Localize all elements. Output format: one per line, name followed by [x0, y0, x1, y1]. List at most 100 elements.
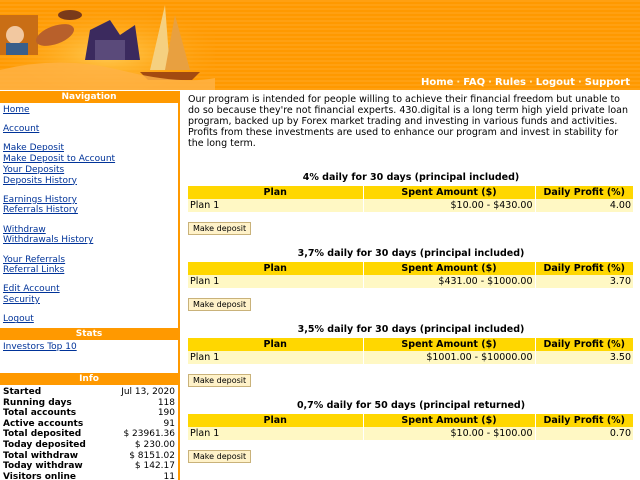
plan-profit: 0.70	[535, 427, 634, 440]
plan-title: 3,5% daily for 30 days (principal includ…	[297, 324, 525, 335]
info-row: Active accounts 91	[0, 419, 178, 430]
make-deposit-button[interactable]: Make deposit	[188, 298, 252, 311]
info-value: 118	[157, 397, 175, 408]
plan-row: Plan 1 $10.00 - $100.00 0.70	[188, 427, 634, 440]
info-value: 11	[163, 471, 175, 480]
column-plan: Plan	[188, 262, 364, 275]
info-row: Visitors online 11	[0, 472, 178, 480]
info-row: Running days 118	[0, 398, 178, 409]
sidebar-link-make-deposit-to-account[interactable]: Make Deposit to Account	[3, 154, 175, 165]
navigation-list: Home Account Make Deposit Make Deposit to A…	[0, 103, 178, 328]
sidebar-link-logout[interactable]: Logout	[3, 314, 175, 325]
sidebar-link-your-referrals[interactable]: Your Referrals	[3, 255, 175, 266]
info-row: Today deposited $ 230.00	[0, 440, 178, 451]
top-nav-rules[interactable]: Rules	[495, 77, 526, 88]
plan-table: Plan Spent Amount ($) Daily Profit (%) Plan…	[188, 338, 634, 364]
plan-name: Plan 1	[188, 351, 364, 364]
plan-name: Plan 1	[188, 199, 364, 212]
plan-profit: 3.50	[535, 351, 634, 364]
plan-block: 0,7% daily for 50 days (principal return…	[188, 400, 634, 463]
sidebar-link-earnings-history[interactable]: Earnings History	[3, 195, 175, 206]
info-label: Today withdraw	[3, 461, 83, 472]
sidebar-link-withdrawals-history[interactable]: Withdrawals History	[3, 235, 175, 246]
plan-profit: 3.70	[535, 275, 634, 288]
main-content: Our program is intended for people willi…	[188, 94, 634, 149]
info-heading: Info	[0, 373, 178, 386]
plan-table-header: Plan Spent Amount ($) Daily Profit (%)	[188, 262, 634, 275]
info-table: Started Jul 13, 2020 Running days 118 Total …	[0, 387, 178, 480]
info-value: Jul 13, 2020	[121, 387, 175, 398]
sidebar-link-referral-links[interactable]: Referral Links	[3, 265, 175, 276]
nav-group-gap	[3, 186, 175, 195]
sidebar-link-edit-account[interactable]: Edit Account	[3, 284, 175, 295]
sidebar-link-deposits-history[interactable]: Deposits History	[3, 176, 175, 187]
intro-text: Our program is intended for people willi…	[188, 94, 629, 149]
info-row: Started Jul 13, 2020	[0, 387, 178, 398]
plan-table: Plan Spent Amount ($) Daily Profit (%) Plan…	[188, 262, 634, 288]
column-spent-amount: Spent Amount ($)	[363, 186, 536, 199]
sidebar-link-make-deposit[interactable]: Make Deposit	[3, 143, 175, 154]
stats-heading: Stats	[0, 328, 178, 341]
info-row: Total deposited $ 23961.36	[0, 429, 178, 440]
column-plan: Plan	[188, 338, 364, 351]
sidebar-link-account[interactable]: Account	[3, 124, 175, 135]
make-deposit-button[interactable]: Make deposit	[188, 374, 252, 387]
nav-group-gap	[3, 216, 175, 225]
sidebar-link-withdraw[interactable]: Withdraw	[3, 225, 175, 236]
info-value: 190	[157, 408, 175, 419]
top-nav-support[interactable]: Support	[585, 77, 630, 88]
top-nav-logout[interactable]: Logout	[536, 77, 575, 88]
site-header: Home · FAQ · Rules · Logout · Support	[0, 0, 640, 90]
investors-top10-link[interactable]: Investors Top 10	[3, 342, 77, 352]
top-navigation: Home · FAQ · Rules · Logout · Support	[420, 77, 630, 88]
plan-table: Plan Spent Amount ($) Daily Profit (%) Plan…	[188, 414, 634, 440]
sidebar-link-referrals-history[interactable]: Referrals History	[3, 205, 175, 216]
nav-group-gap	[3, 116, 175, 125]
plan-amount: $10.00 - $430.00	[363, 199, 536, 212]
plan-table-header: Plan Spent Amount ($) Daily Profit (%)	[188, 338, 634, 351]
plan-title: 4% daily for 30 days (principal included…	[302, 172, 520, 183]
make-deposit-button[interactable]: Make deposit	[188, 222, 252, 235]
column-plan: Plan	[188, 414, 364, 427]
left-sidebar: Navigation Home Account Make Deposit Make D…	[0, 91, 180, 480]
plan-block: 4% daily for 30 days (principal included…	[188, 172, 634, 235]
sidebar-link-security[interactable]: Security	[3, 295, 175, 306]
info-label: Visitors online	[3, 471, 77, 480]
make-deposit-button[interactable]: Make deposit	[188, 450, 252, 463]
plan-name: Plan 1	[188, 275, 364, 288]
info-value: $ 23961.36	[123, 429, 175, 440]
plan-amount: $1001.00 - $10000.00	[363, 351, 536, 364]
plan-amount: $431.00 - $1000.00	[363, 275, 536, 288]
column-spent-amount: Spent Amount ($)	[363, 338, 536, 351]
top-nav-home[interactable]: Home	[421, 77, 453, 88]
info-label: Running days	[3, 397, 72, 408]
stats-body: Investors Top 10	[0, 340, 178, 373]
nav-group-gap	[3, 135, 175, 144]
top-nav-faq[interactable]: FAQ	[463, 77, 485, 88]
info-value: $ 230.00	[134, 440, 175, 451]
plan-block: 3,5% daily for 30 days (principal includ…	[188, 324, 634, 387]
info-value: $ 142.17	[134, 461, 175, 472]
column-daily-profit: Daily Profit (%)	[535, 262, 634, 275]
info-value: $ 8151.02	[129, 450, 175, 461]
sidebar-link-your-deposits[interactable]: Your Deposits	[3, 165, 175, 176]
plan-amount: $10.00 - $100.00	[363, 427, 536, 440]
info-row: Total withdraw $ 8151.02	[0, 451, 178, 462]
nav-group-gap	[3, 246, 175, 255]
column-daily-profit: Daily Profit (%)	[535, 338, 634, 351]
column-daily-profit: Daily Profit (%)	[535, 414, 634, 427]
plan-name: Plan 1	[188, 427, 364, 440]
plan-profit: 4.00	[535, 199, 634, 212]
info-row: Total accounts 190	[0, 408, 178, 419]
info-label: Today deposited	[3, 440, 86, 451]
column-plan: Plan	[188, 186, 364, 199]
plan-title: 3,7% daily for 30 days (principal includ…	[297, 248, 525, 259]
info-label: Total accounts	[3, 408, 77, 419]
plan-row: Plan 1 $1001.00 - $10000.00 3.50	[188, 351, 634, 364]
info-value: 91	[163, 418, 175, 429]
info-label: Started	[3, 387, 42, 398]
sidebar-link-home[interactable]: Home	[3, 105, 175, 116]
column-daily-profit: Daily Profit (%)	[535, 186, 634, 199]
nav-group-gap	[3, 306, 175, 315]
plan-row: Plan 1 $431.00 - $1000.00 3.70	[188, 275, 634, 288]
